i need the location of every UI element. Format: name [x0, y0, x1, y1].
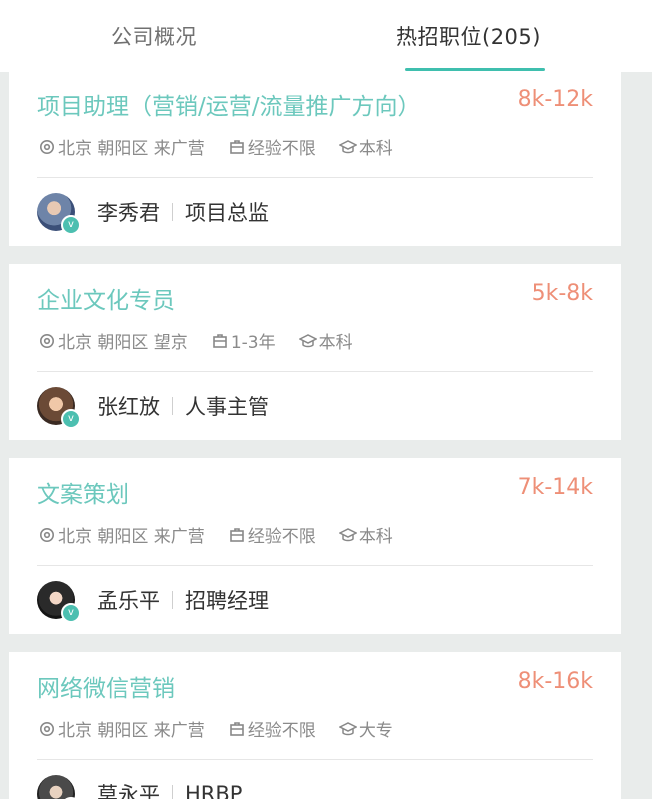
job-experience-text: 经验不限 — [247, 721, 316, 741]
job-experience-text: 经验不限 — [247, 139, 316, 159]
avatar[interactable]: v — [37, 581, 81, 623]
separator — [172, 591, 173, 609]
tab-bar: 公司概况 热招职位(205) — [0, 0, 652, 72]
separator — [172, 785, 173, 799]
briefcase-icon — [227, 137, 247, 157]
job-salary: 8k-12k — [517, 87, 593, 112]
graduation-cap-icon — [338, 137, 358, 157]
recruiter-role: 招聘经理 — [185, 589, 269, 613]
tab-hot-jobs[interactable]: 热招职位(205) — [396, 21, 541, 51]
location-pin-icon — [37, 719, 57, 739]
verified-badge-icon: v — [61, 215, 81, 235]
job-title: 网络微信营销 — [37, 676, 175, 702]
job-location-text: 北京 朝阳区 来广营 — [58, 721, 205, 741]
job-education-text: 大专 — [358, 721, 393, 741]
tab-company-overview[interactable]: 公司概况 — [111, 21, 197, 51]
job-location: 北京 朝阳区 来广营 — [37, 716, 205, 741]
job-title: 企业文化专员 — [37, 288, 175, 314]
job-meta: 北京 朝阳区 来广营 经验不限 本科 — [37, 522, 415, 547]
job-salary: 8k-16k — [517, 669, 593, 694]
briefcase-icon — [227, 719, 247, 739]
divider — [37, 565, 593, 566]
separator — [172, 203, 173, 221]
recruiter-info[interactable]: v 孟乐平 招聘经理 — [37, 578, 269, 623]
job-meta: 北京 朝阳区 来广营 经验不限 本科 — [37, 134, 415, 159]
job-title: 项目助理（营销/运营/流量推广方向） — [37, 94, 421, 120]
verified-badge-icon: v — [61, 603, 81, 623]
job-location: 北京 朝阳区 来广营 — [37, 522, 205, 547]
graduation-cap-icon — [338, 719, 358, 739]
recruiter-name: 孟乐平 — [97, 589, 160, 613]
graduation-cap-icon — [338, 525, 358, 545]
location-pin-icon — [37, 137, 57, 157]
divider — [37, 759, 593, 760]
job-list[interactable]: 项目助理（营销/运营/流量推广方向） 8k-12k 北京 朝阳区 来广营 经验不… — [0, 72, 652, 799]
job-education: 大专 — [338, 716, 393, 741]
job-education-text: 本科 — [318, 333, 353, 353]
job-title: 文案策划 — [37, 482, 129, 508]
job-experience: 经验不限 — [227, 716, 316, 741]
job-education: 本科 — [338, 134, 393, 159]
job-card[interactable]: 企业文化专员 5k-8k 北京 朝阳区 望京 1-3年 本科 v 张红放 人事主… — [9, 264, 621, 440]
job-education-text: 本科 — [358, 139, 393, 159]
job-salary: 7k-14k — [517, 475, 593, 500]
active-tab-indicator — [405, 68, 545, 71]
job-experience-text: 经验不限 — [247, 527, 316, 547]
briefcase-icon — [227, 525, 247, 545]
recruiter-name: 李秀君 — [97, 201, 160, 225]
job-meta: 北京 朝阳区 望京 1-3年 本科 — [37, 328, 375, 353]
recruiter-role: 人事主管 — [185, 395, 269, 419]
divider — [37, 371, 593, 372]
divider — [37, 177, 593, 178]
job-card[interactable]: 网络微信营销 8k-16k 北京 朝阳区 来广营 经验不限 大专 莫永平 HRB… — [9, 652, 621, 799]
recruiter-name: 张红放 — [97, 395, 160, 419]
graduation-cap-icon — [298, 331, 318, 351]
job-card[interactable]: 文案策划 7k-14k 北京 朝阳区 来广营 经验不限 本科 v 孟乐平 招聘经… — [9, 458, 621, 634]
job-education: 本科 — [298, 328, 353, 353]
location-pin-icon — [37, 525, 57, 545]
job-experience: 经验不限 — [227, 134, 316, 159]
job-location: 北京 朝阳区 来广营 — [37, 134, 205, 159]
job-location-text: 北京 朝阳区 来广营 — [58, 527, 205, 547]
avatar[interactable]: v — [37, 775, 81, 799]
recruiter-role: HRBP — [185, 782, 243, 799]
location-pin-icon — [37, 331, 57, 351]
job-experience: 1-3年 — [210, 328, 276, 353]
job-experience: 经验不限 — [227, 522, 316, 547]
job-card[interactable]: 项目助理（营销/运营/流量推广方向） 8k-12k 北京 朝阳区 来广营 经验不… — [9, 72, 621, 246]
verified-badge-icon: v — [61, 409, 81, 429]
avatar[interactable]: v — [37, 193, 81, 235]
job-experience-text: 1-3年 — [230, 333, 276, 353]
job-location-text: 北京 朝阳区 望京 — [58, 333, 188, 353]
briefcase-icon — [210, 331, 230, 351]
job-salary: 5k-8k — [531, 281, 593, 306]
recruiter-name: 莫永平 — [97, 783, 160, 799]
job-meta: 北京 朝阳区 来广营 经验不限 大专 — [37, 716, 415, 741]
separator — [172, 397, 173, 415]
job-education-text: 本科 — [358, 527, 393, 547]
recruiter-info[interactable]: v 莫永平 HRBP — [37, 772, 242, 799]
job-location-text: 北京 朝阳区 来广营 — [58, 139, 205, 159]
avatar[interactable]: v — [37, 387, 81, 429]
recruiter-info[interactable]: v 张红放 人事主管 — [37, 384, 269, 429]
recruiter-role: 项目总监 — [185, 201, 269, 225]
job-education: 本科 — [338, 522, 393, 547]
job-location: 北京 朝阳区 望京 — [37, 328, 188, 353]
recruiter-info[interactable]: v 李秀君 项目总监 — [37, 190, 269, 235]
